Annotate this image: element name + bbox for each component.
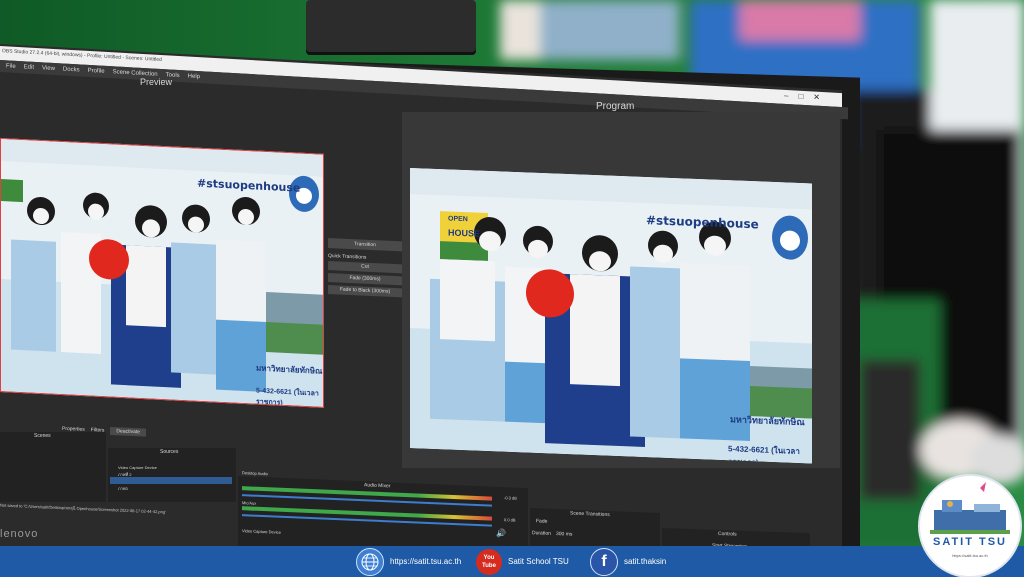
- mixer-track-name: Mic/Aux: [242, 500, 257, 506]
- mixer-track-name: Desktop Audio: [242, 470, 268, 477]
- menu-file[interactable]: File: [6, 63, 16, 70]
- program-phone: 5-432-6621 (ในเวลาราชการ): [728, 444, 800, 464]
- logo-title: SATIT TSU: [932, 536, 1007, 548]
- source-label: ภาพ3: [118, 486, 128, 491]
- program-label: Program: [596, 101, 635, 112]
- menu-edit[interactable]: Edit: [24, 64, 34, 71]
- website-link[interactable]: https://satit.tsu.ac.th: [356, 546, 461, 577]
- footer-banner: https://satit.tsu.ac.th You Tube Satit S…: [0, 546, 1024, 577]
- camera-device: [306, 0, 476, 55]
- youtube-link[interactable]: You Tube Satit School TSU: [476, 546, 569, 577]
- preview-canvas: #stsuopenhouse มหาวิทยาลัยทักษิณ 5-432-6…: [0, 138, 324, 408]
- program-canvas: #stsuopenhouse OPEN HOUSE มหาวิทยาลัยทัก…: [410, 168, 812, 464]
- facebook-link[interactable]: f satit.thaksin: [590, 546, 666, 577]
- source-item-selected[interactable]: ภาพ3: [110, 477, 232, 491]
- youtube-icon: You Tube: [476, 548, 502, 575]
- program-sign-house: HOUSE: [448, 227, 481, 239]
- duration-input[interactable]: 300 ms: [556, 531, 572, 538]
- scene-transition-select[interactable]: Fade: [536, 518, 547, 524]
- youtube-text: Satit School TSU: [508, 557, 569, 566]
- transition-fade-black[interactable]: Fade to Black (300ms): [328, 285, 402, 298]
- satit-tsu-logo: SATIT TSU https://satit.tsu.ac.th: [918, 474, 1022, 577]
- menu-docks[interactable]: Docks: [63, 67, 80, 74]
- program-university: มหาวิทยาลัยทักษิณ: [730, 414, 805, 428]
- mixer-track-name: Video Capture Device: [242, 528, 281, 535]
- facebook-text: satit.thaksin: [624, 557, 667, 566]
- sources-title: Sources: [160, 449, 179, 455]
- logo-building-graphic: [930, 482, 1010, 534]
- speaker-icon[interactable]: 🔊: [496, 529, 506, 538]
- logo-url: https://satit.tsu.ac.th: [952, 553, 988, 558]
- transition-button[interactable]: Transition: [328, 238, 402, 252]
- sources-dock: Sources Video Capture Device ภาพที่ 2 ภา…: [108, 448, 236, 502]
- website-text: https://satit.tsu.ac.th: [390, 557, 462, 566]
- transition-panel: Transition Quick Transitions Cut Fade (3…: [328, 238, 402, 315]
- window-controls[interactable]: –□✕: [784, 91, 830, 103]
- menu-view[interactable]: View: [42, 65, 55, 72]
- globe-icon: [356, 547, 384, 576]
- deactivate-button[interactable]: Deactivate: [110, 427, 147, 437]
- photo-scene: OBS Studio 27.2.4 (64-bit, windows) - Pr…: [0, 0, 1024, 577]
- scene-transitions-title: Scene Transitions: [570, 510, 610, 519]
- source-item[interactable]: ภาพที่ 2: [110, 463, 232, 477]
- preview-label: Preview: [140, 77, 173, 87]
- preview-phone: 5-432-6621 (ในเวลาราชการ): [256, 387, 319, 407]
- menu-help[interactable]: Help: [188, 73, 200, 80]
- source-item[interactable]: Video Capture Device: [110, 456, 232, 470]
- audio-mixer-title: Audio Mixer: [364, 482, 391, 490]
- scenes-dock: Scenes: [0, 432, 106, 502]
- youtube-icon-text: You Tube: [482, 554, 496, 569]
- source-item[interactable]: ภาพที่ 1: [110, 470, 232, 484]
- controls-title: Controls: [718, 530, 737, 538]
- program-sign-open: OPEN: [448, 215, 468, 224]
- mixer-db: -0.3 dB: [504, 495, 517, 501]
- monitor-brand: lenovo: [0, 528, 39, 540]
- mixer-db: 0.0 dB: [504, 517, 516, 523]
- menu-profile[interactable]: Profile: [88, 68, 105, 75]
- scenes-title: Scenes: [34, 433, 51, 439]
- facebook-icon: f: [590, 547, 618, 576]
- duration-label: Duration: [532, 530, 551, 537]
- transition-fade[interactable]: Fade (300ms): [328, 273, 402, 286]
